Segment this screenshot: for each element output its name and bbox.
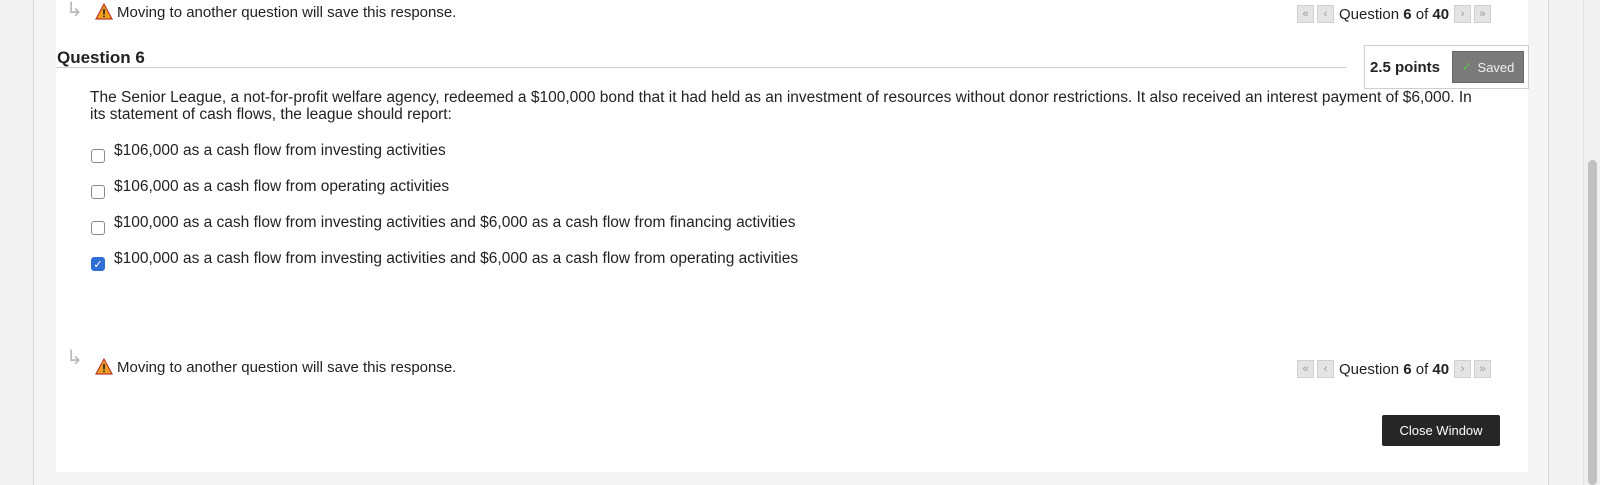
answer-option[interactable]: $106,000 as a cash flow from investing a… [91,139,446,163]
answer-option[interactable]: ✓ $100,000 as a cash flow from investing… [91,247,798,271]
first-page-icon[interactable]: « [1297,5,1314,23]
answer-label[interactable]: $106,000 as a cash flow from investing a… [114,142,446,160]
return-arrow-icon: ↳ [66,0,83,21]
answer-option[interactable]: $100,000 as a cash flow from investing a… [91,211,796,235]
points-box: 2.5 points ✓ Saved [1364,45,1529,89]
save-note-text: Moving to another question will save thi… [117,358,457,376]
save-note-bottom: Moving to another question will save thi… [95,358,456,376]
last-page-icon[interactable]: » [1474,360,1492,378]
save-note-top: Moving to another question will save thi… [95,3,456,21]
answer-checkbox-checked[interactable]: ✓ [91,257,105,271]
answer-label[interactable]: $106,000 as a cash flow from operating a… [114,178,449,196]
check-icon: ✓ [1461,59,1473,74]
scrollbar-thumb[interactable] [1588,160,1597,485]
question-divider [56,67,1346,68]
prev-page-icon[interactable]: ‹ [1317,360,1334,378]
answer-checkbox[interactable] [91,221,105,235]
warning-icon [95,3,113,20]
answer-checkbox[interactable] [91,149,105,163]
answer-checkbox[interactable] [91,185,105,199]
points-label: 2.5 points [1370,58,1441,76]
answer-label[interactable]: $100,000 as a cash flow from investing a… [114,250,798,268]
saved-status-badge: ✓ Saved [1452,51,1525,83]
save-note-text: Moving to another question will save thi… [117,3,457,21]
pager-top: « ‹ Question 6 of 40 › » [1297,5,1492,23]
last-page-icon[interactable]: » [1474,5,1492,23]
question-text: The Senior League, a not-for-profit welf… [90,89,1472,123]
saved-status-text: Saved [1477,59,1515,75]
next-page-icon[interactable]: › [1454,360,1472,378]
return-arrow-icon: ↳ [66,347,83,369]
pager-label: Question 6 of 40 [1339,5,1450,23]
warning-icon [95,358,113,375]
close-window-button[interactable]: Close Window [1382,415,1500,446]
answer-label[interactable]: $100,000 as a cash flow from investing a… [114,214,796,232]
next-page-icon[interactable]: › [1454,5,1472,23]
question-panel [56,0,1528,472]
question-title: Question 6 [57,48,145,67]
pager-label: Question 6 of 40 [1339,360,1450,378]
prev-page-icon[interactable]: ‹ [1317,5,1334,23]
answer-option[interactable]: $106,000 as a cash flow from operating a… [91,175,449,199]
pager-bottom: « ‹ Question 6 of 40 › » [1297,360,1492,378]
first-page-icon[interactable]: « [1297,360,1314,378]
